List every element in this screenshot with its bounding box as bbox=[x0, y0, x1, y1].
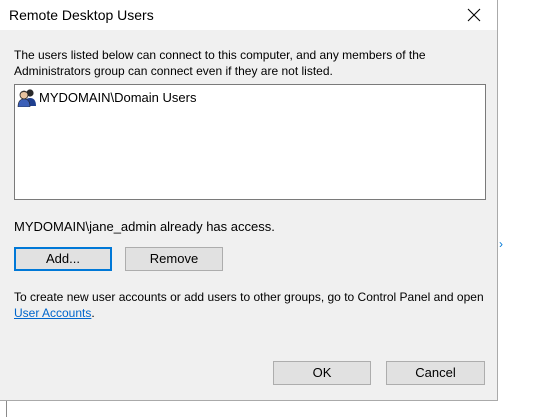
list-item-label: MYDOMAIN\Domain Users bbox=[39, 89, 197, 105]
access-status-text: MYDOMAIN\jane_admin already has access. bbox=[14, 219, 275, 234]
list-item[interactable]: MYDOMAIN\Domain Users bbox=[17, 87, 197, 108]
remove-button[interactable]: Remove bbox=[125, 247, 223, 271]
info-prefix: To create new user accounts or add users… bbox=[14, 290, 484, 304]
close-button[interactable] bbox=[451, 0, 497, 30]
info-text: To create new user accounts or add users… bbox=[14, 289, 489, 321]
ok-button[interactable]: OK bbox=[273, 361, 371, 385]
window-title: Remote Desktop Users bbox=[9, 7, 154, 23]
user-accounts-link[interactable]: User Accounts bbox=[14, 306, 91, 320]
add-button[interactable]: Add... bbox=[14, 247, 112, 271]
cancel-button[interactable]: Cancel bbox=[386, 361, 485, 385]
user-group-icon bbox=[17, 87, 37, 108]
remote-desktop-users-dialog: Remote Desktop Users The users listed be… bbox=[0, 0, 498, 401]
description-text: The users listed below can connect to th… bbox=[14, 48, 426, 78]
title-bar: Remote Desktop Users bbox=[0, 0, 497, 30]
users-listbox[interactable]: MYDOMAIN\Domain Users bbox=[14, 84, 486, 200]
background-window-edge bbox=[6, 401, 7, 417]
background-chevron-icon: › bbox=[499, 237, 503, 251]
close-icon bbox=[467, 8, 481, 22]
info-suffix: . bbox=[91, 306, 95, 320]
